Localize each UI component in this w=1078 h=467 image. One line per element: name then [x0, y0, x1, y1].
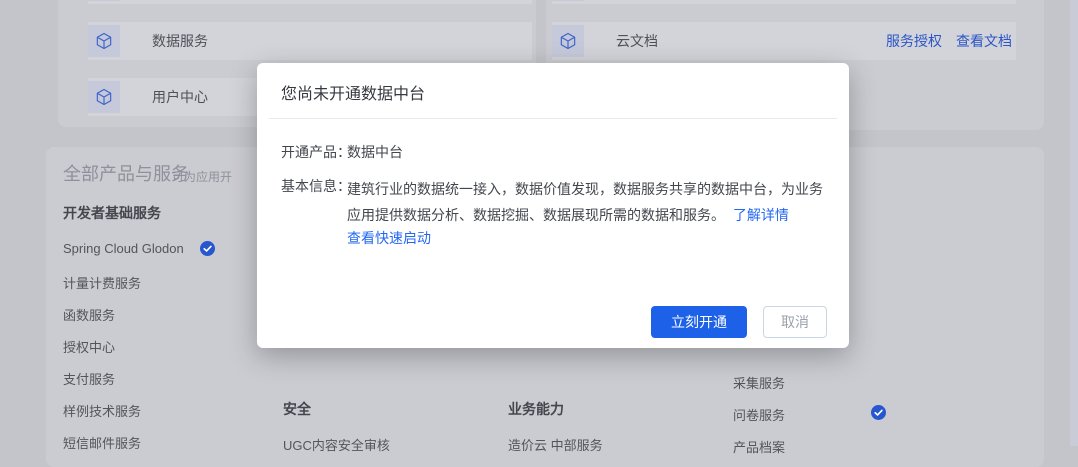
product-item[interactable]: 函数服务 — [63, 305, 115, 324]
cube-icon — [552, 25, 584, 57]
product-item[interactable]: 授权中心 — [63, 337, 115, 356]
product-item[interactable]: 采集服务 — [733, 373, 785, 392]
cube-icon — [88, 25, 120, 57]
cube-icon — [88, 0, 120, 1]
info-text: 建筑行业的数据统一接入，数据价值发现，数据服务共享的数据中台，为业务应用提供数据… — [347, 176, 829, 228]
product-item[interactable]: 样例技术服务 — [63, 401, 141, 420]
product-item[interactable]: UGC内容安全审核 — [283, 435, 390, 454]
quickstart-link[interactable]: 查看快速启动 — [347, 228, 431, 248]
section-header-security: 安全 — [283, 399, 311, 419]
activate-now-button[interactable]: 立刻开通 — [651, 306, 747, 338]
learn-more-link[interactable]: 了解详情 — [733, 207, 789, 223]
service-row-partial — [552, 0, 1016, 4]
check-icon — [200, 241, 215, 256]
service-row-cloud-docs[interactable]: 云文档 服务授权 查看文档 — [552, 22, 1016, 60]
product-label: 开通产品： — [281, 142, 351, 162]
cube-icon — [552, 0, 584, 1]
product-item[interactable]: 造价云 中部服务 — [508, 435, 603, 454]
view-docs-link[interactable]: 查看文档 — [956, 31, 1012, 51]
panel-subtitle: 可为应用开 — [172, 168, 232, 185]
service-auth-link[interactable]: 服务授权 — [886, 31, 942, 51]
cube-icon — [88, 81, 120, 113]
dialog-title: 您尚未开通数据中台 — [281, 80, 425, 104]
check-icon — [871, 405, 886, 420]
product-item-spring-cloud[interactable]: Spring Cloud Glodon — [63, 241, 184, 256]
product-item[interactable]: 产品档案 — [733, 437, 785, 456]
product-item[interactable]: 支付服务 — [63, 369, 115, 388]
section-header-business: 业务能力 — [508, 399, 564, 419]
service-row-label: 用户中心 — [152, 87, 208, 107]
info-label: 基本信息： — [281, 176, 351, 196]
service-row-partial — [88, 0, 532, 4]
product-item[interactable]: 问卷服务 — [733, 405, 785, 424]
activate-data-platform-dialog: 您尚未开通数据中台 开通产品： 数据中台 基本信息： 建筑行业的数据统一接入，数… — [257, 63, 849, 348]
section-header-dev-basic: 开发者基础服务 — [63, 203, 161, 223]
product-item[interactable]: 短信邮件服务 — [63, 433, 141, 452]
cancel-button[interactable]: 取消 — [763, 306, 827, 338]
service-row-label: 云文档 — [616, 31, 658, 51]
service-row-data-service[interactable]: 数据服务 — [88, 22, 532, 60]
panel-title: 全部产品与服务 — [63, 160, 189, 186]
dialog-divider — [269, 118, 837, 119]
scrollbar-track[interactable] — [1070, 0, 1078, 446]
product-item[interactable]: 计量计费服务 — [63, 273, 141, 292]
product-value: 数据中台 — [347, 142, 403, 162]
service-row-label: 数据服务 — [152, 31, 208, 51]
